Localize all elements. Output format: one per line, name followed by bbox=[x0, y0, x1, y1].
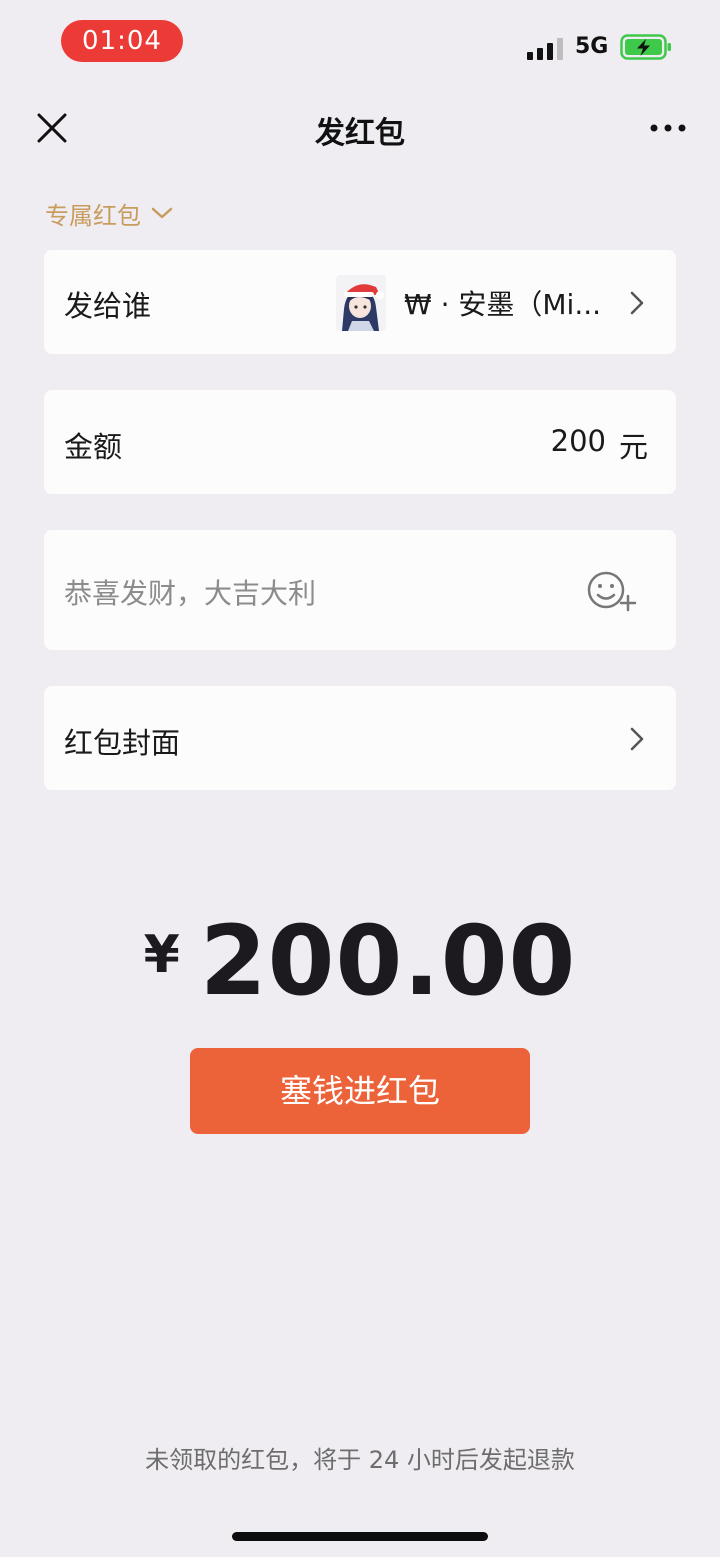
emoji-add-icon[interactable] bbox=[584, 566, 642, 614]
cover-row[interactable]: 红包封面 bbox=[44, 686, 676, 790]
cover-label: 红包封面 bbox=[64, 726, 181, 760]
navigation-bar: 发红包 bbox=[0, 92, 720, 164]
refund-note: 未领取的红包，将于 24 小时后发起退款 bbox=[145, 1446, 575, 1474]
chevron-down-icon bbox=[151, 207, 173, 219]
chevron-right-icon bbox=[630, 727, 644, 751]
network-type: 5G bbox=[575, 34, 609, 59]
signal-icon bbox=[527, 36, 563, 60]
currency-symbol: ¥ bbox=[143, 925, 180, 985]
total-value: 200.00 bbox=[199, 905, 577, 1017]
home-indicator bbox=[232, 1532, 488, 1541]
submit-button[interactable]: 塞钱进红包 bbox=[190, 1048, 530, 1134]
packet-type-selector[interactable]: 专属红包 bbox=[45, 196, 173, 230]
greeting-input[interactable]: 恭喜发财，大吉大利 bbox=[64, 572, 316, 612]
recipient-label: 发给谁 bbox=[64, 289, 152, 323]
status-time: 01:04 bbox=[61, 20, 183, 62]
total-amount: ¥200.00 bbox=[0, 905, 720, 1017]
amount-input[interactable]: 200 bbox=[551, 424, 606, 458]
amount-label: 金额 bbox=[64, 430, 123, 464]
amount-unit: 元 bbox=[618, 430, 648, 464]
amount-row[interactable]: 金额 200 元 bbox=[44, 390, 676, 494]
recipient-name: ₩ · 安墨（Mi... bbox=[404, 288, 602, 321]
battery-charging-icon bbox=[620, 34, 671, 60]
status-bar: 01:04 5G bbox=[0, 0, 720, 84]
packet-type-label: 专属红包 bbox=[45, 201, 141, 230]
page-title: 发红包 bbox=[315, 116, 405, 151]
chevron-right-icon bbox=[630, 291, 644, 315]
greeting-field[interactable]: 恭喜发财，大吉大利 bbox=[44, 530, 676, 650]
recipient-row[interactable]: 发给谁 ₩ · 安墨（Mi... bbox=[44, 250, 676, 354]
recipient-avatar bbox=[336, 275, 386, 331]
more-options-icon[interactable] bbox=[648, 114, 688, 142]
